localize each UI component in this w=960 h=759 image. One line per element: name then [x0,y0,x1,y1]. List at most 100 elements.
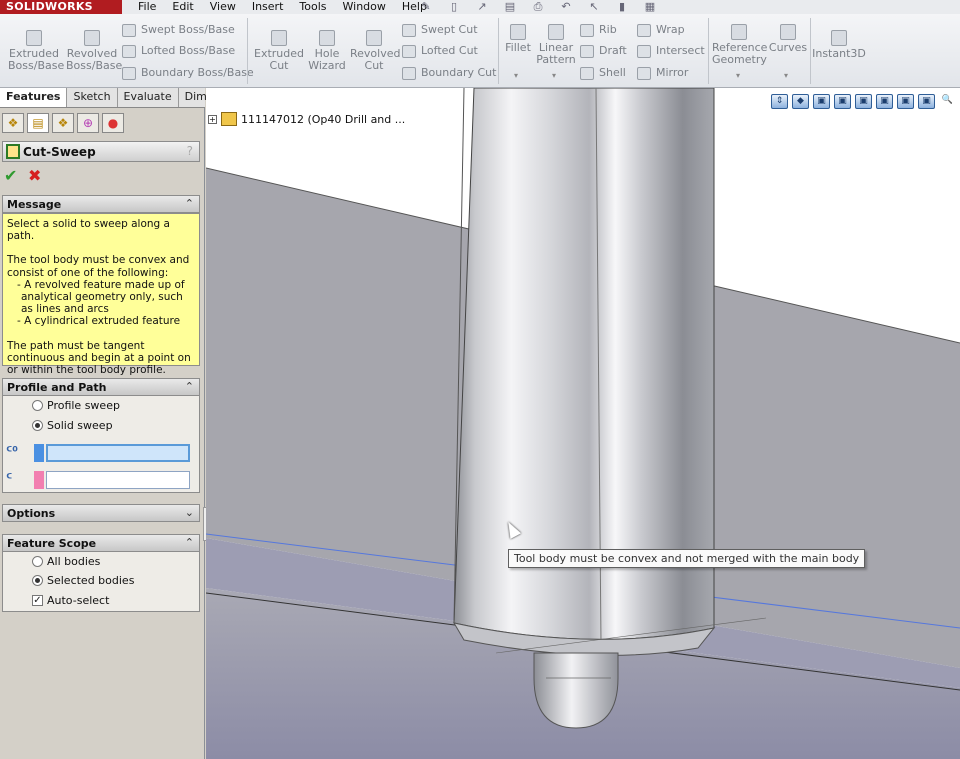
undo-icon[interactable]: ↶ [555,0,577,14]
wrap-button[interactable]: Wrap [637,22,685,38]
fillet-dropdown-icon[interactable]: ▾ [514,71,518,80]
menu-tools[interactable]: Tools [291,0,334,14]
curves-dropdown-icon[interactable]: ▾ [784,71,788,80]
linear-pattern-button[interactable]: Linear Pattern [536,24,576,66]
tool-label: Lofted Boss/Base [141,44,236,57]
reference-geometry-button[interactable]: Reference Geometry [712,24,767,66]
view-trimetric-icon[interactable]: ▣ [918,94,935,109]
print-icon[interactable]: ⎙ [527,0,549,14]
tool-body-selection-box[interactable] [46,444,190,462]
shell-button[interactable]: Shell [580,65,626,81]
menu-window[interactable]: Window [335,0,394,14]
group-title: Profile and Path [7,381,107,394]
hole-wizard-button[interactable]: Hole Wizard [304,30,350,72]
zoom-icon[interactable]: 🔍 [939,94,956,109]
radio-label: Solid sweep [47,419,113,432]
graphics-area[interactable]: ⇕ ◆ ▣ ▣ ▣ ▣ ▣ ▣ 🔍 + 111147012 (Op40 Dril… [206,88,960,759]
lofted-cut-button[interactable]: Lofted Cut [402,43,478,59]
boundary-cut-button[interactable]: Boundary Cut [402,65,496,81]
collapse-chevron-icon[interactable]: ⌃ [185,197,194,210]
options-icon[interactable]: ▦ [639,0,661,14]
expand-tree-icon[interactable]: + [208,114,217,124]
feature-scope-group-header[interactable]: Feature Scope ⌃ [2,534,200,552]
new-doc-icon[interactable]: ▯ [443,0,465,14]
collapse-chevron-icon[interactable]: ⌃ [185,380,194,393]
select-icon[interactable]: ↖ [583,0,605,14]
property-manager-title-text: Cut-Sweep [23,145,96,159]
rotate-view-icon[interactable]: ⇕ [771,94,788,109]
tool-label: Wizard [308,59,346,72]
display-manager-icon[interactable]: ● [102,113,124,133]
dimxpert-manager-icon[interactable]: ⊕ [77,113,99,133]
tool-label: Fillet [505,41,531,54]
radio-button[interactable] [32,574,43,586]
rib-button[interactable]: Rib [580,22,617,38]
radio-button[interactable] [32,555,43,567]
fillet-button[interactable]: Fillet [502,24,534,54]
extruded-cut-button[interactable]: Extruded Cut [254,30,304,72]
shaded-view-icon[interactable]: ◆ [792,94,809,109]
intersect-button[interactable]: Intersect [637,43,705,59]
command-tabs: Features Sketch Evaluate DimXpert [0,88,244,108]
configuration-manager-icon[interactable]: ❖ [52,113,74,133]
cancel-button[interactable]: ✖ [28,166,41,185]
pin-icon[interactable]: ✎ [415,0,437,14]
view-right-icon[interactable]: ▣ [855,94,872,109]
menu-file[interactable]: File [130,0,164,14]
instant3d-button[interactable]: Instant3D [812,30,866,60]
view-front-icon[interactable]: ▣ [813,94,830,109]
expand-chevron-icon[interactable]: ⌄ [185,506,194,519]
swept-boss-button[interactable]: Swept Boss/Base [122,22,235,38]
rib-icon [580,23,594,37]
tab-sketch[interactable]: Sketch [67,88,118,107]
pattern-dropdown-icon[interactable]: ▾ [552,71,556,80]
mirror-button[interactable]: Mirror [637,65,688,81]
path-selection-box[interactable] [46,471,190,489]
solidworks-logo[interactable]: SOLIDWORKS [0,0,122,14]
swept-cut-button[interactable]: Swept Cut [402,22,478,38]
draft-button[interactable]: Draft [580,43,627,59]
help-icon[interactable]: ? [187,144,193,158]
tool-label: Boundary Boss/Base [141,66,254,79]
open-icon[interactable]: ↗ [471,0,493,14]
save-icon[interactable]: ▤ [499,0,521,14]
property-manager-icon[interactable]: ▤ [27,113,49,133]
left-panel: Features Sketch Evaluate DimXpert ❖ ▤ ❖ … [0,88,244,759]
ok-button[interactable]: ✔ [4,166,17,185]
revolved-boss-button[interactable]: Revolved Boss/Base [66,30,122,72]
solid-sweep-radio[interactable]: Solid sweep [32,419,113,435]
rebuild-icon[interactable]: ▮ [611,0,633,14]
radio-button[interactable] [32,419,43,431]
reference-dropdown-icon[interactable]: ▾ [736,71,740,80]
wrap-icon [637,23,651,37]
profile-path-group-header[interactable]: Profile and Path ⌃ [2,378,200,396]
view-section-icon[interactable]: ▣ [897,94,914,109]
revolved-cut-button[interactable]: Revolved Cut [350,30,400,72]
extruded-boss-button[interactable]: Extruded Boss/Base [8,30,64,72]
auto-select-checkbox[interactable]: ✓ Auto-select [32,594,109,610]
view-top-icon[interactable]: ▣ [834,94,851,109]
part-name[interactable]: 111147012 (Op40 Drill and ... [241,113,405,126]
tab-evaluate[interactable]: Evaluate [118,88,179,107]
curves-button[interactable]: Curves [768,24,808,54]
divider [247,18,248,84]
boundary-boss-button[interactable]: Boundary Boss/Base [122,65,254,81]
checkbox[interactable]: ✓ [32,594,43,606]
all-bodies-radio[interactable]: All bodies [32,555,100,571]
collapse-chevron-icon[interactable]: ⌃ [185,536,194,549]
view-iso-icon[interactable]: ▣ [876,94,893,109]
lofted-boss-button[interactable]: Lofted Boss/Base [122,43,235,59]
radio-button[interactable] [32,399,43,411]
message-group-header[interactable]: Message ⌃ [2,195,200,213]
tab-features[interactable]: Features [0,88,68,107]
tool-label: Lofted Cut [421,44,478,57]
menu-edit[interactable]: Edit [164,0,201,14]
selected-bodies-radio[interactable]: Selected bodies [32,574,134,590]
tool-label: Curves [768,41,808,54]
menu-view[interactable]: View [202,0,244,14]
profile-sweep-radio[interactable]: Profile sweep [32,399,120,415]
tool-label: Instant3D [812,47,866,60]
options-group-header[interactable]: Options ⌄ [2,504,200,522]
menu-insert[interactable]: Insert [244,0,292,14]
feature-manager-icon[interactable]: ❖ [2,113,24,133]
